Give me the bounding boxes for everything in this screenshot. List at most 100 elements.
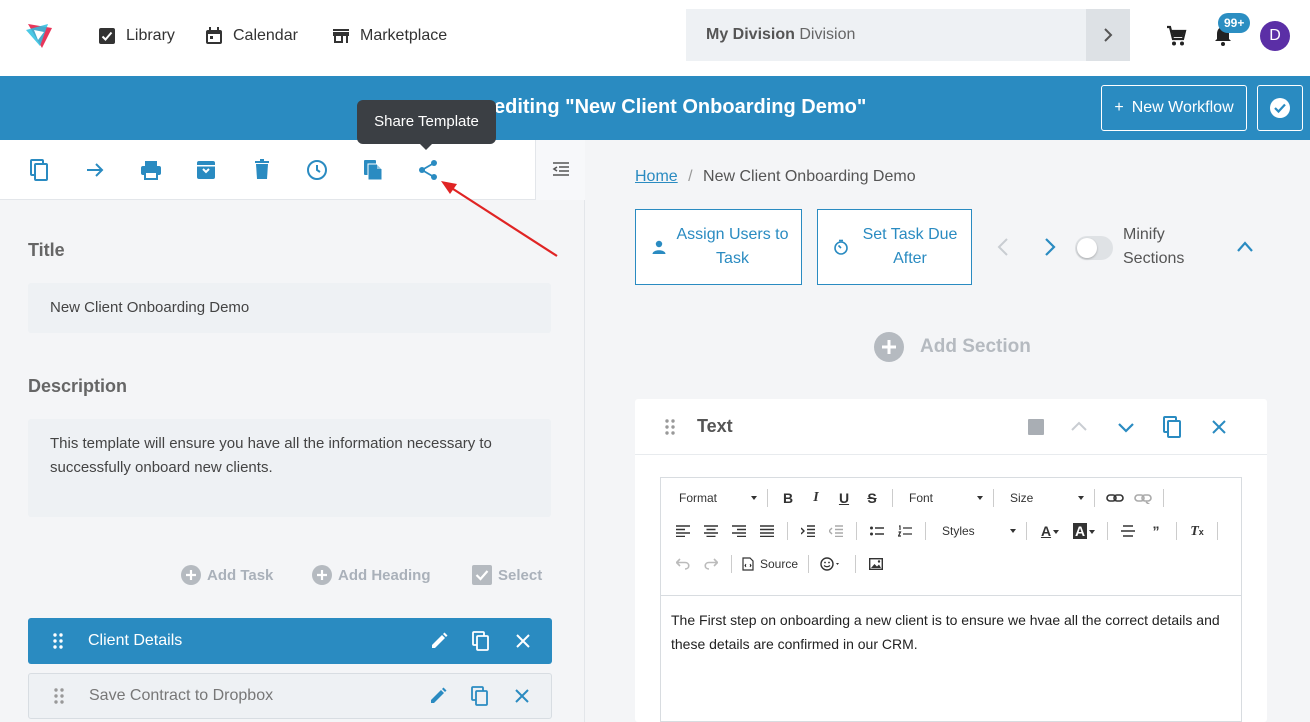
- copy-icon[interactable]: [460, 631, 502, 651]
- section-title: Text: [697, 416, 733, 436]
- indent-icon[interactable]: [794, 525, 822, 537]
- copy-icon[interactable]: [459, 686, 501, 706]
- horizontal-line-icon[interactable]: [1114, 524, 1142, 538]
- source-button[interactable]: Source: [738, 557, 802, 571]
- copy-icon[interactable]: [27, 158, 51, 182]
- edit-icon[interactable]: [418, 631, 460, 651]
- print-icon[interactable]: [139, 158, 163, 182]
- close-icon[interactable]: [501, 688, 543, 704]
- chevron-up-icon[interactable]: [1236, 239, 1254, 255]
- history-icon[interactable]: [305, 158, 329, 182]
- bulleted-list-icon[interactable]: [863, 525, 891, 537]
- add-section-label: Add Section: [920, 336, 1031, 357]
- format-dropdown[interactable]: Format: [669, 491, 761, 505]
- title-label: Title: [28, 240, 65, 260]
- redo-icon[interactable]: [697, 558, 725, 570]
- rich-text-editor: Format B I U S Font Size Styles A A ” Tx…: [660, 477, 1242, 722]
- link-icon[interactable]: [1101, 492, 1129, 504]
- description-field[interactable]: This template will ensure you have all t…: [28, 419, 551, 517]
- select-button[interactable]: Select: [472, 564, 542, 586]
- save-button[interactable]: [1257, 85, 1303, 131]
- set-task-due-button[interactable]: Set Task Due After: [817, 209, 972, 285]
- task-item-client-details[interactable]: Client Details: [28, 618, 552, 664]
- nav-marketplace[interactable]: Marketplace: [332, 24, 447, 48]
- stop-square-icon[interactable]: [1024, 415, 1048, 439]
- plus-icon: +: [1114, 99, 1124, 116]
- arrow-right-icon[interactable]: [83, 158, 107, 182]
- align-left-icon[interactable]: [669, 525, 697, 537]
- styles-dropdown[interactable]: Styles: [932, 524, 1020, 538]
- breadcrumb-current: New Client Onboarding Demo: [703, 168, 916, 185]
- emoji-icon[interactable]: [815, 557, 849, 571]
- source-icon: [742, 557, 754, 571]
- chevron-up-icon[interactable]: [1067, 415, 1091, 439]
- copy-icon[interactable]: [1160, 415, 1184, 439]
- avatar[interactable]: D: [1260, 21, 1290, 51]
- text-color-icon[interactable]: A: [1033, 523, 1067, 539]
- size-dropdown[interactable]: Size: [1000, 491, 1088, 505]
- description-label: Description: [28, 376, 128, 396]
- underline-icon[interactable]: U: [830, 490, 858, 506]
- add-task-button[interactable]: Add Task: [181, 564, 273, 586]
- editor-content[interactable]: The First step on onboarding a new clien…: [671, 608, 1231, 656]
- outdent-icon[interactable]: [822, 525, 850, 537]
- minify-sections-toggle[interactable]: [1075, 236, 1113, 260]
- editing-banner: editing "New Client Onboarding Demo" + N…: [0, 76, 1310, 140]
- nav-library[interactable]: Library: [98, 24, 175, 48]
- edit-icon[interactable]: [417, 686, 459, 706]
- breadcrumb: Home / New Client Onboarding Demo: [635, 168, 916, 186]
- drag-handle-icon[interactable]: [29, 688, 89, 704]
- chevron-down-icon[interactable]: [1114, 415, 1138, 439]
- set-task-due-label: Set Task Due After: [862, 226, 958, 267]
- drag-handle-icon[interactable]: [28, 633, 88, 649]
- trash-icon[interactable]: [250, 158, 274, 182]
- add-section-button[interactable]: Add Section: [874, 332, 1031, 362]
- bold-icon[interactable]: B: [774, 490, 802, 506]
- breadcrumb-separator: /: [688, 168, 693, 185]
- blockquote-icon[interactable]: ”: [1142, 523, 1170, 539]
- cart-icon[interactable]: [1164, 24, 1188, 48]
- duplicate-icon[interactable]: [361, 158, 385, 182]
- nav-library-label: Library: [126, 27, 175, 44]
- align-right-icon[interactable]: [725, 525, 753, 537]
- text-section-card: Text Format B I U S Font Size Styles A A…: [635, 399, 1267, 722]
- numbered-list-icon[interactable]: [891, 525, 919, 537]
- align-justify-icon[interactable]: [753, 525, 781, 537]
- close-icon[interactable]: [1207, 415, 1231, 439]
- checkbox-icon: [99, 28, 115, 44]
- chevron-right-icon[interactable]: [1086, 9, 1130, 61]
- checkbox-icon: [472, 565, 492, 585]
- align-center-icon[interactable]: [697, 525, 725, 537]
- page-title: editing "New Client Onboarding Demo": [494, 96, 867, 118]
- breadcrumb-home-link[interactable]: Home: [635, 168, 678, 185]
- source-label: Source: [760, 557, 799, 571]
- clear-formatting-icon[interactable]: Tx: [1183, 522, 1211, 540]
- check-circle-icon: [1270, 98, 1290, 118]
- nav-calendar[interactable]: Calendar: [205, 24, 298, 48]
- archive-icon[interactable]: [194, 158, 218, 182]
- close-icon[interactable]: [502, 633, 544, 649]
- add-heading-button[interactable]: Add Heading: [312, 564, 431, 586]
- new-workflow-button[interactable]: + New Workflow: [1101, 85, 1247, 131]
- task-name: Save Contract to Dropbox: [89, 687, 274, 704]
- app-logo-icon[interactable]: [22, 18, 58, 54]
- drag-handle-icon[interactable]: [665, 419, 675, 435]
- strikethrough-icon[interactable]: S: [858, 490, 886, 506]
- undo-icon[interactable]: [669, 558, 697, 570]
- annotation-arrow-icon: [441, 181, 558, 257]
- chevron-left-icon[interactable]: [995, 237, 1011, 257]
- division-selector[interactable]: My Division Division: [686, 9, 1130, 61]
- title-field[interactable]: New Client Onboarding Demo: [28, 283, 551, 333]
- add-task-label: Add Task: [207, 566, 274, 584]
- plus-circle-icon: [312, 565, 332, 585]
- chevron-right-icon[interactable]: [1042, 237, 1058, 257]
- unlink-icon[interactable]: [1129, 492, 1157, 504]
- assign-users-button[interactable]: Assign Users to Task: [635, 209, 802, 285]
- background-color-icon[interactable]: A: [1067, 523, 1101, 539]
- image-icon[interactable]: [862, 558, 890, 570]
- assign-users-label: Assign Users to Task: [676, 226, 789, 267]
- italic-icon[interactable]: I: [802, 490, 830, 506]
- task-item-save-contract[interactable]: Save Contract to Dropbox: [28, 673, 552, 719]
- division-label: My Division Division: [706, 26, 856, 43]
- font-dropdown[interactable]: Font: [899, 491, 987, 505]
